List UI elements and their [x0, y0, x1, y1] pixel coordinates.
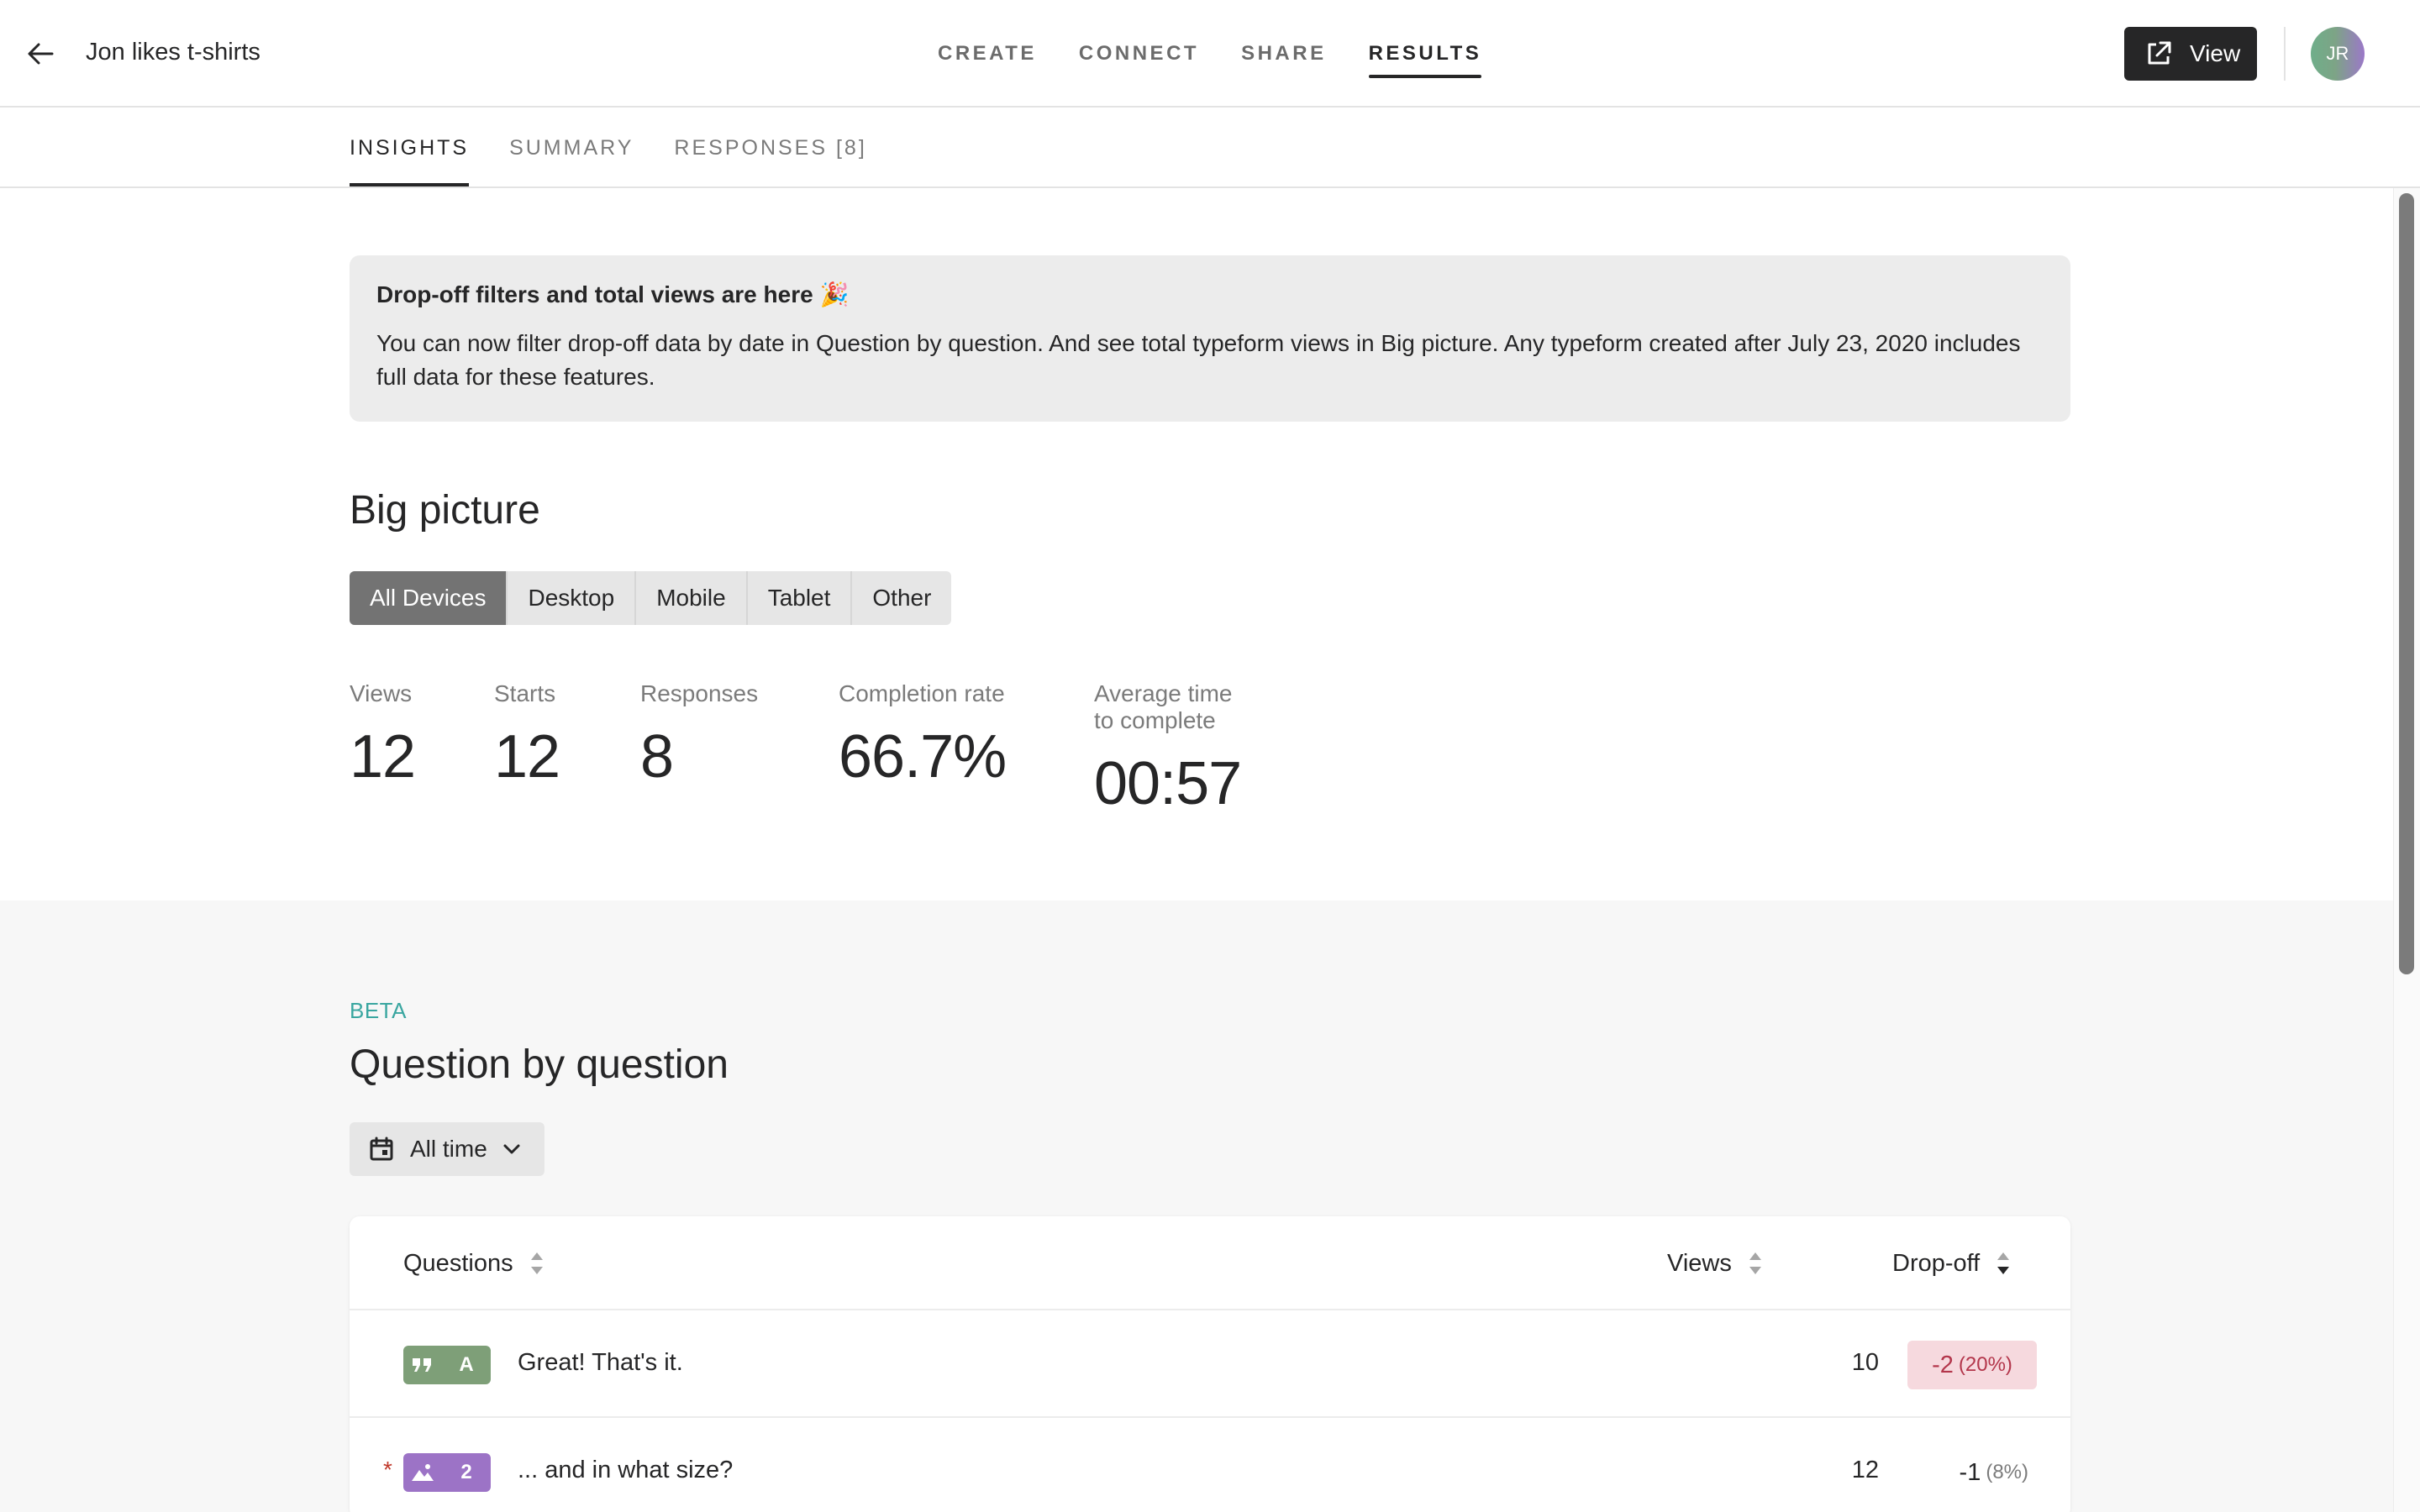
- back-arrow-icon[interactable]: [24, 37, 57, 71]
- dropoff-value: -1: [1959, 1458, 1981, 1486]
- scrollbar-thumb[interactable]: [2399, 193, 2414, 974]
- question-badge-label: A: [459, 1353, 474, 1376]
- results-subnav: INSIGHTS SUMMARY RESPONSES [8]: [0, 108, 2420, 188]
- tab-insights[interactable]: INSIGHTS: [350, 108, 470, 188]
- stat-value: 8: [640, 723, 674, 790]
- questions-table: Questions Views Drop-off A Great! That's…: [350, 1216, 2070, 1512]
- tab-responses[interactable]: RESPONSES [8]: [674, 108, 866, 188]
- device-filter-tablet[interactable]: Tablet: [748, 571, 853, 625]
- device-filter-all[interactable]: All Devices: [350, 571, 508, 625]
- announcement-banner: Drop-off filters and total views are her…: [350, 255, 2070, 422]
- dropoff-value-cell: -1 (8%): [1912, 1448, 2028, 1497]
- stat-views: Views 12: [350, 680, 416, 791]
- tab-summary[interactable]: SUMMARY: [509, 108, 634, 188]
- announcement-title-text: Drop-off filters and total views are her…: [376, 281, 813, 307]
- tab-connect[interactable]: CONNECT: [1079, 0, 1199, 108]
- external-link-icon: [2148, 41, 2171, 65]
- device-filter-desktop[interactable]: Desktop: [508, 571, 637, 625]
- tab-create[interactable]: CREATE: [938, 0, 1037, 108]
- avatar[interactable]: JR: [2311, 27, 2365, 81]
- question-text: Great! That's it.: [518, 1349, 683, 1376]
- stat-value: 00:57: [1094, 750, 1242, 817]
- stat-label: Average time to complete: [1094, 680, 1233, 733]
- question-views: 12: [1851, 1457, 1879, 1483]
- device-filter-group: All Devices Desktop Mobile Tablet Other: [350, 571, 952, 625]
- sort-icon: [530, 1252, 543, 1274]
- question-type-badge: 2: [403, 1453, 491, 1492]
- stat-label: Starts: [494, 680, 556, 706]
- question-type-badge: A: [403, 1346, 491, 1384]
- stat-label: Completion rate: [839, 680, 1005, 706]
- column-label: Questions: [403, 1249, 513, 1277]
- tab-share[interactable]: SHARE: [1241, 0, 1327, 108]
- header-divider: [2284, 27, 2286, 81]
- announcement-body: You can now filter drop-off data by date…: [376, 330, 2021, 390]
- question-by-question-heading: Question by question: [350, 1042, 729, 1087]
- tab-results[interactable]: RESULTS: [1368, 0, 1482, 108]
- stat-completion-rate: Completion rate 66.7%: [839, 680, 1007, 791]
- stat-value: 12: [350, 723, 416, 790]
- form-title[interactable]: Jon likes t-shirts: [86, 39, 260, 66]
- question-badge-label: 2: [460, 1461, 472, 1483]
- table-header: Questions Views Drop-off: [350, 1216, 2070, 1310]
- table-row[interactable]: A Great! That's it. 10 -2 (20%): [350, 1310, 2070, 1418]
- calendar-icon: [370, 1137, 393, 1161]
- dropoff-value: -2: [1932, 1351, 1954, 1378]
- picture-choice-icon: [403, 1453, 442, 1492]
- announcement-title: Drop-off filters and total views are her…: [376, 281, 2044, 308]
- sort-descending-icon: [1997, 1252, 2010, 1274]
- question-views: 10: [1851, 1349, 1879, 1376]
- dropoff-percent: (20%): [1958, 1353, 2012, 1376]
- quote-icon: [403, 1346, 442, 1384]
- stat-value: 12: [494, 723, 560, 790]
- time-filter-dropdown[interactable]: All time: [350, 1122, 544, 1176]
- big-picture-heading: Big picture: [350, 488, 540, 533]
- stat-value: 66.7%: [839, 723, 1007, 790]
- column-header-questions[interactable]: Questions: [403, 1248, 545, 1278]
- dropoff-percent: (8%): [1986, 1461, 2028, 1483]
- device-filter-mobile[interactable]: Mobile: [636, 571, 748, 625]
- stat-responses: Responses 8: [640, 680, 758, 791]
- chevron-down-icon: [503, 1144, 520, 1154]
- dropoff-badge: -2 (20%): [1907, 1341, 2037, 1389]
- device-filter-other[interactable]: Other: [852, 571, 951, 625]
- top-bar: Jon likes t-shirts CREATE CONNECT SHARE …: [0, 0, 2420, 108]
- column-header-views[interactable]: Views: [1667, 1248, 1764, 1278]
- stat-label: Views: [350, 680, 413, 706]
- view-button-label: View: [2190, 40, 2241, 66]
- stat-label: Responses: [640, 680, 759, 706]
- party-popper-icon: 🎉: [819, 281, 850, 307]
- time-filter-label: All time: [410, 1136, 487, 1162]
- table-row[interactable]: * 2 ... and in what size? 12 -1 (8%): [350, 1418, 2070, 1512]
- beta-label: BETA: [350, 998, 407, 1023]
- sort-icon: [1749, 1252, 1761, 1274]
- column-label: Drop-off: [1892, 1249, 1981, 1277]
- question-text: ... and in what size?: [518, 1457, 734, 1483]
- required-indicator: *: [383, 1457, 392, 1483]
- column-label: Views: [1667, 1249, 1732, 1277]
- main-nav: CREATE CONNECT SHARE RESULTS: [938, 0, 1523, 108]
- stat-average-time: Average time to complete 00:57: [1094, 680, 1242, 818]
- view-button[interactable]: View: [2124, 27, 2257, 81]
- column-header-dropoff[interactable]: Drop-off: [1892, 1248, 2012, 1278]
- stat-starts: Starts 12: [494, 680, 560, 791]
